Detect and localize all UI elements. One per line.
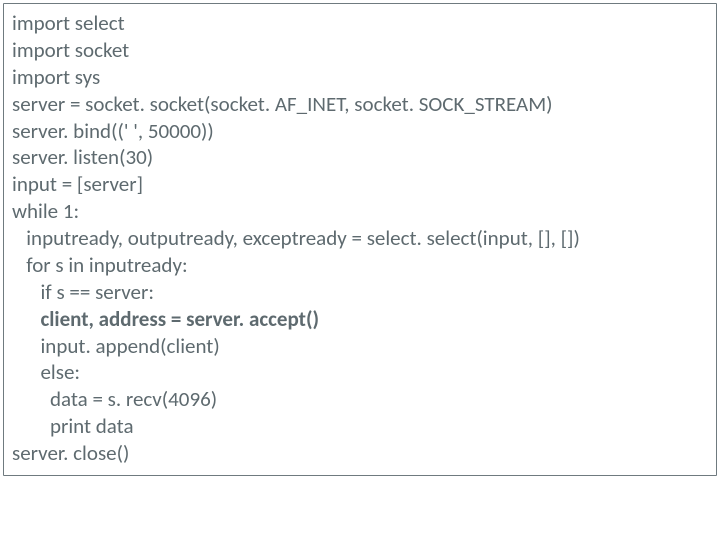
- code-line: import select: [12, 10, 708, 37]
- code-line: import sys: [12, 64, 708, 91]
- code-line: server. close(): [12, 440, 708, 467]
- code-line: inputready, outputready, exceptready = s…: [12, 225, 708, 252]
- code-line: while 1:: [12, 198, 708, 225]
- code-line: if s == server:: [12, 279, 708, 306]
- code-line: print data: [12, 413, 708, 440]
- code-line: server = socket. socket(socket. AF_INET,…: [12, 91, 708, 118]
- code-line: server. listen(30): [12, 144, 708, 171]
- code-line: server. bind((' ', 50000)): [12, 118, 708, 145]
- code-line: else:: [12, 359, 708, 386]
- code-line: for s in inputready:: [12, 252, 708, 279]
- code-line: data = s. recv(4096): [12, 386, 708, 413]
- code-line: input = [server]: [12, 171, 708, 198]
- code-line-highlight: client, address = server. accept(): [12, 306, 708, 333]
- code-line: input. append(client): [12, 333, 708, 360]
- code-line: import socket: [12, 37, 708, 64]
- code-container: import select import socket import sys s…: [3, 3, 717, 476]
